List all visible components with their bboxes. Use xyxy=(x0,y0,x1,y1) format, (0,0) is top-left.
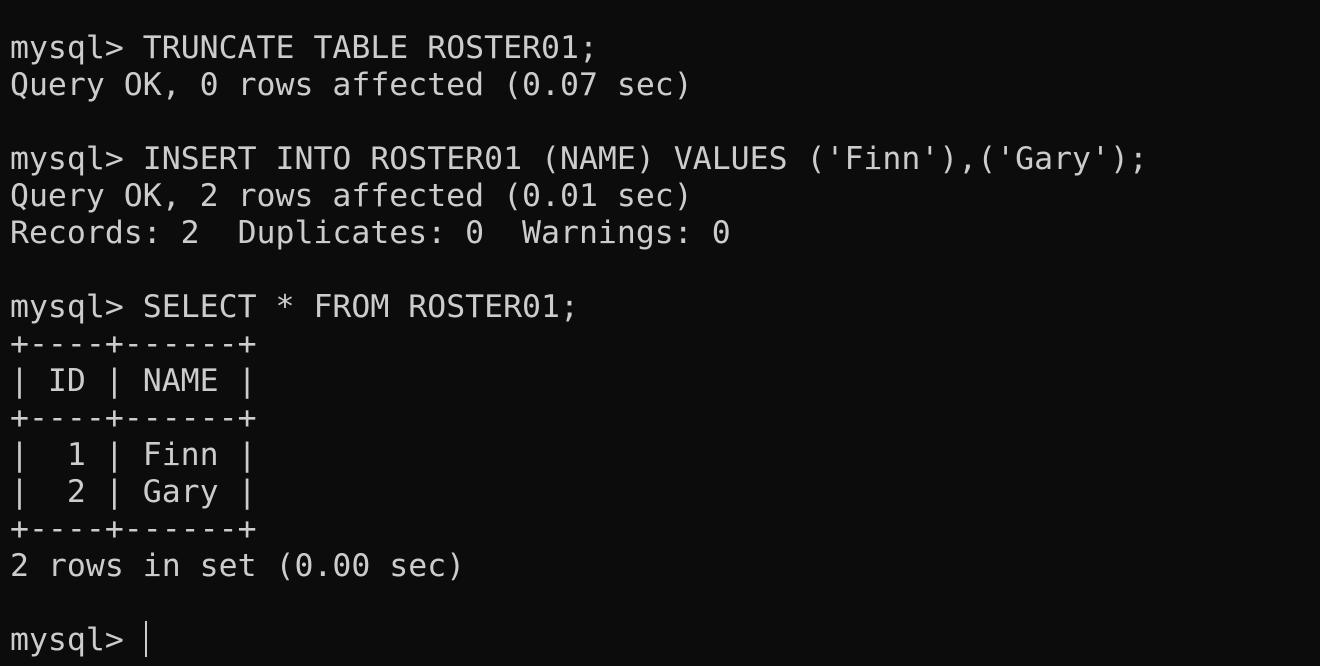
mysql-prompt: mysql> xyxy=(10,289,143,325)
command-line: mysql> TRUNCATE TABLE ROSTER01; xyxy=(10,30,1320,67)
command-text: SELECT * FROM ROSTER01; xyxy=(142,289,579,325)
mysql-prompt: mysql> xyxy=(10,30,143,66)
result-table-border: +----+------+ xyxy=(10,400,257,436)
mysql-prompt: mysql> xyxy=(10,141,143,177)
command-line: mysql> SELECT * FROM ROSTER01; xyxy=(10,289,1320,326)
terminal-window[interactable]: mysql> TRUNCATE TABLE ROSTER01; Query OK… xyxy=(0,0,1320,666)
command-text: INSERT INTO ROSTER01 (NAME) VALUES ('Fin… xyxy=(142,141,1148,177)
result-table-border: +----+------+ xyxy=(10,511,257,547)
result-table-border: +----+------+ xyxy=(10,326,257,362)
output-line: Records: 2 Duplicates: 0 Warnings: 0 xyxy=(10,215,731,251)
result-table-header: | ID | NAME | xyxy=(10,363,257,399)
mysql-prompt: mysql> xyxy=(10,622,143,658)
input-line[interactable]: mysql> xyxy=(10,621,1320,659)
command-line: mysql> INSERT INTO ROSTER01 (NAME) VALUE… xyxy=(10,141,1320,178)
output-line: Query OK, 2 rows affected (0.01 sec) xyxy=(10,178,693,214)
output-line: Query OK, 0 rows affected (0.07 sec) xyxy=(10,67,693,103)
text-cursor xyxy=(144,621,147,657)
command-text: TRUNCATE TABLE ROSTER01; xyxy=(142,30,598,66)
result-table-row: | 2 | Gary | xyxy=(10,474,257,510)
output-line: 2 rows in set (0.00 sec) xyxy=(10,548,466,584)
result-table-row: | 1 | Finn | xyxy=(10,437,257,473)
